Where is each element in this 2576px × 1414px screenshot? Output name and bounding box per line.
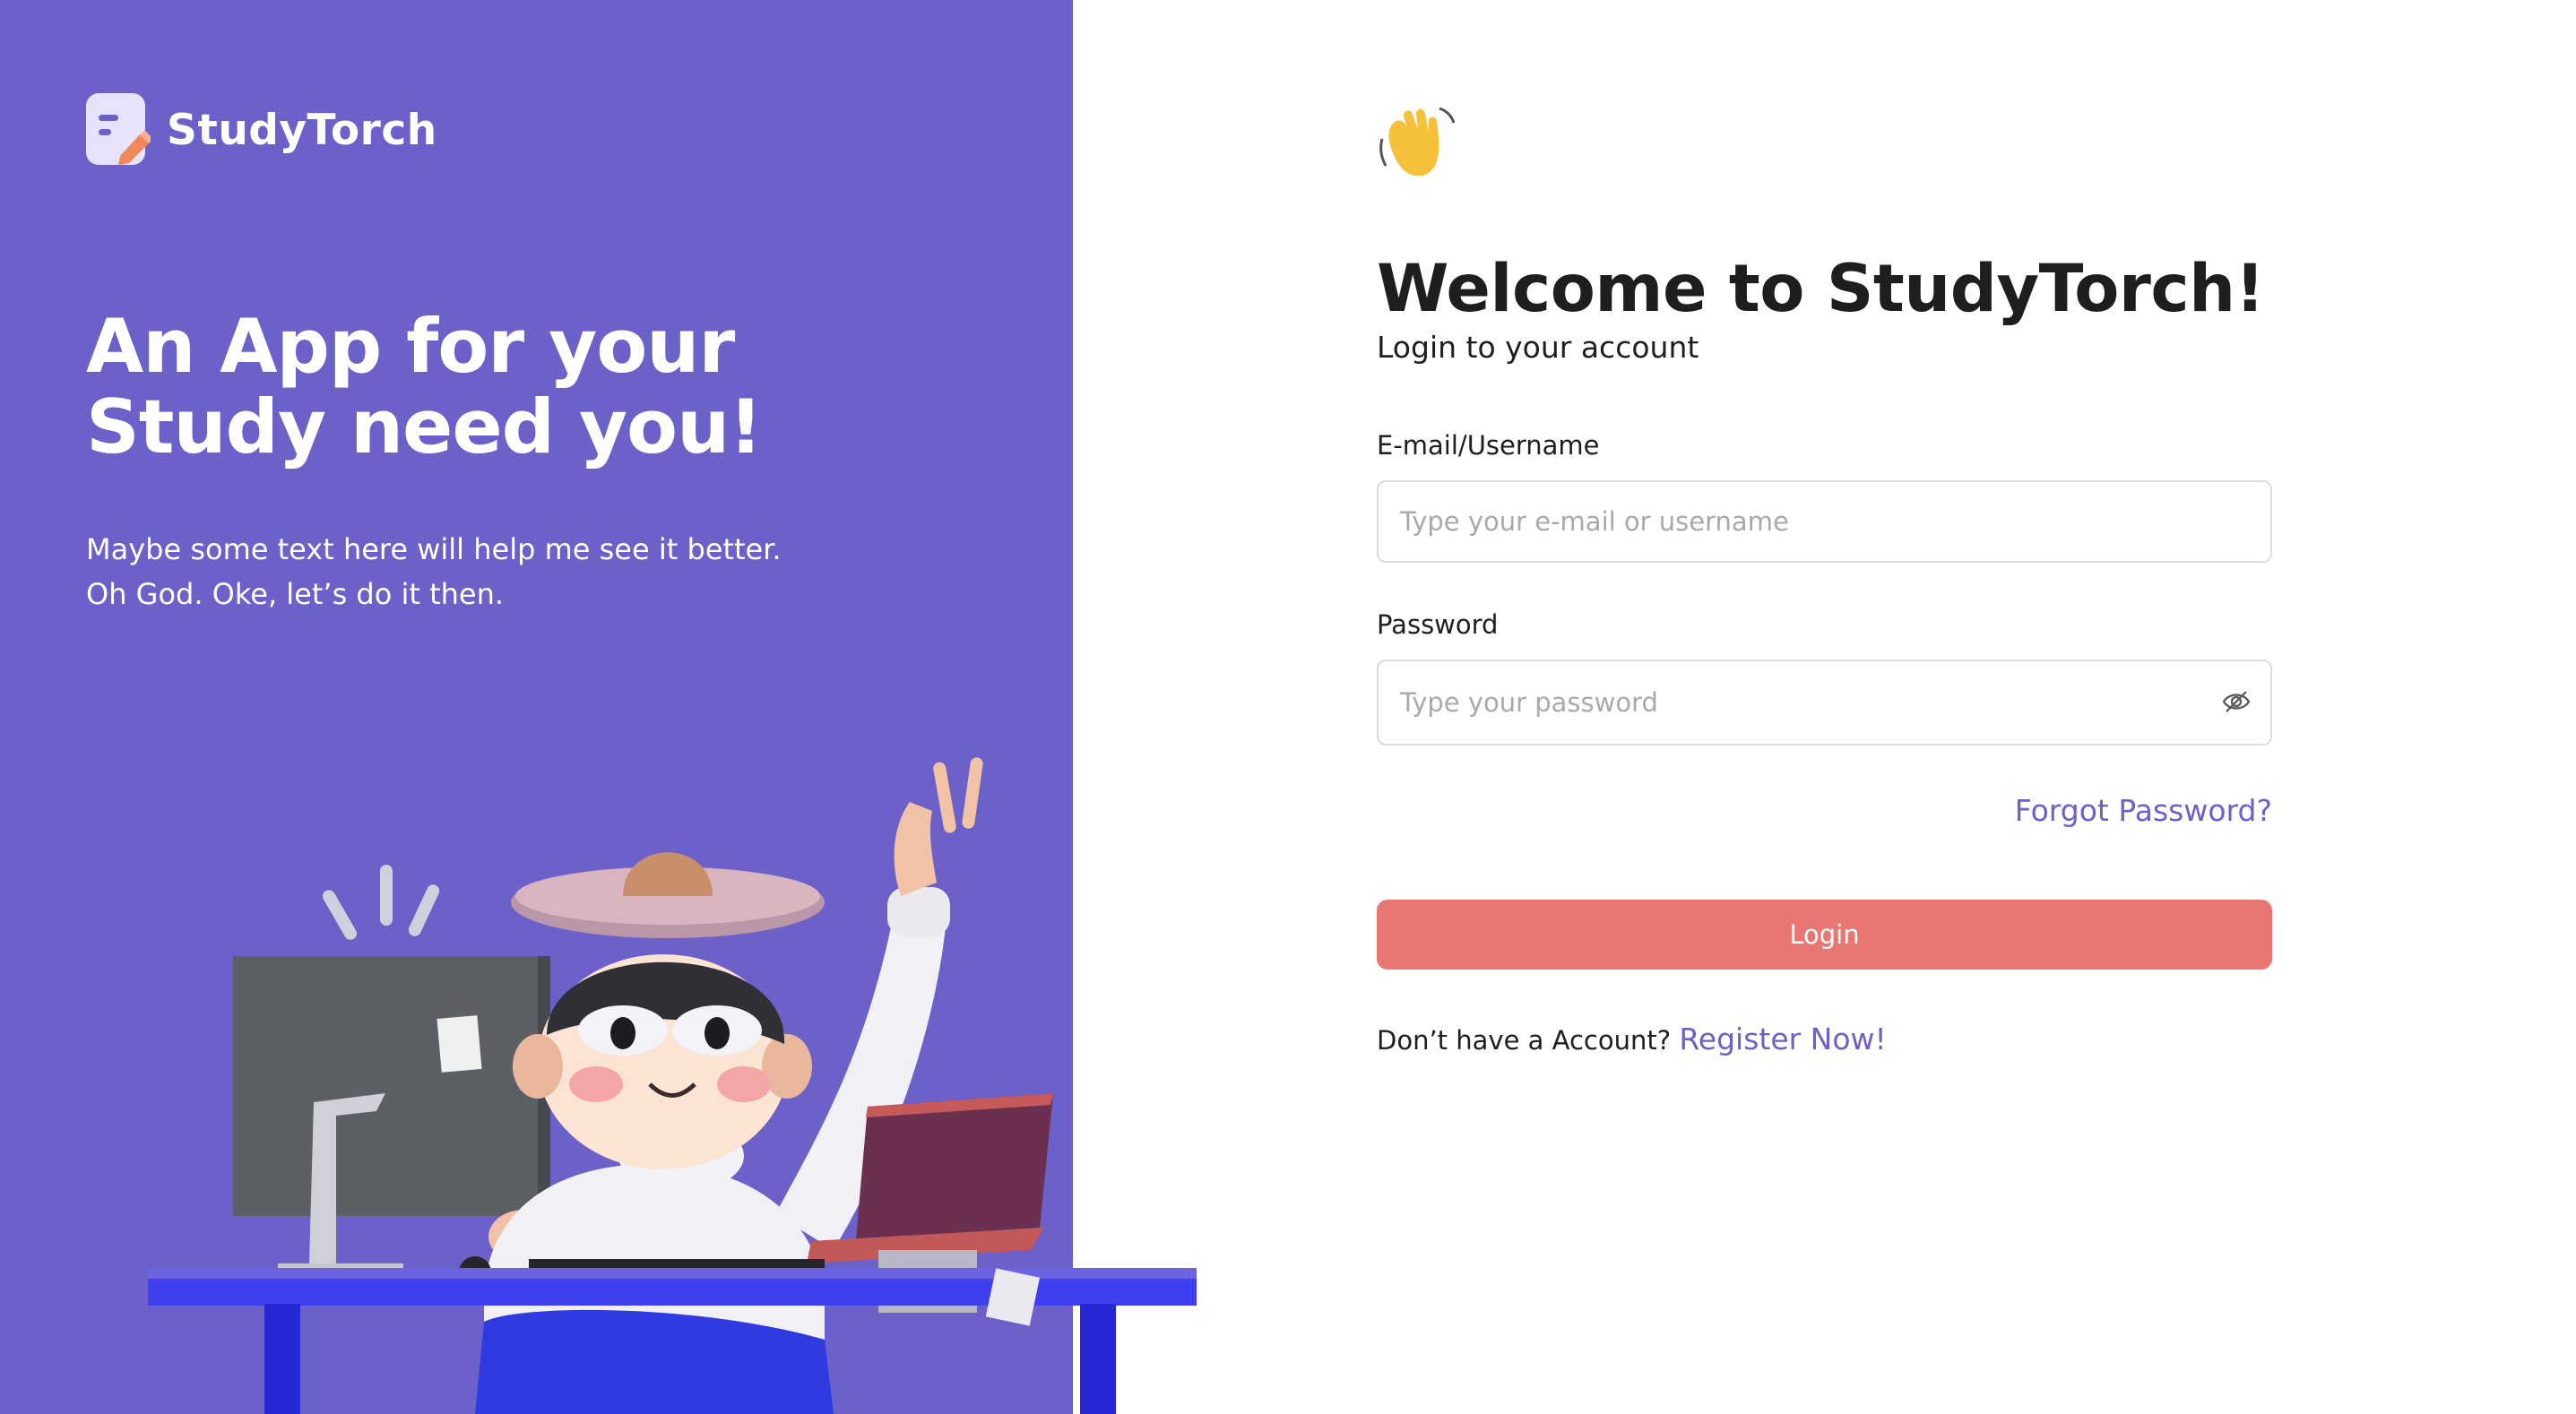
no-account-text: Don’t have a Account? bbox=[1377, 1025, 1672, 1056]
email-field-box bbox=[1377, 480, 2272, 563]
register-link[interactable]: Register Now! bbox=[1679, 1022, 1886, 1056]
register-prompt: Don’t have a Account? Register Now! bbox=[1377, 1022, 1887, 1056]
eye-slash-icon[interactable] bbox=[2222, 690, 2251, 713]
brand-name: StudyTorch bbox=[167, 105, 437, 155]
password-label: Password bbox=[1377, 609, 1499, 640]
hero-subtitle-line: Oh God. Oke, let’s do it then. bbox=[86, 577, 505, 611]
document-pen-icon bbox=[86, 93, 153, 167]
brand-logo[interactable]: StudyTorch bbox=[86, 93, 437, 167]
login-subheading: Login to your account bbox=[1377, 330, 1699, 365]
login-button[interactable]: Login bbox=[1377, 900, 2272, 970]
welcome-heading: Welcome to StudyTorch! bbox=[1377, 251, 2265, 327]
password-field-box bbox=[1377, 660, 2272, 746]
hero-title-line: Study need you! bbox=[86, 384, 763, 470]
hero-title: An App for your Study need you! bbox=[86, 306, 893, 468]
hero-subtitle-line: Maybe some text here will help me see it… bbox=[86, 532, 782, 566]
waving-hand-icon bbox=[1377, 103, 1457, 184]
hero-title-line: An App for your bbox=[86, 303, 735, 390]
email-field[interactable] bbox=[1379, 482, 2270, 561]
hero-subtitle: Maybe some text here will help me see it… bbox=[86, 527, 893, 616]
student-desk-illustration bbox=[148, 757, 1197, 1414]
forgot-password-link[interactable]: Forgot Password? bbox=[1954, 793, 2272, 828]
password-field[interactable] bbox=[1379, 661, 2270, 744]
email-label: E-mail/Username bbox=[1377, 430, 1600, 461]
